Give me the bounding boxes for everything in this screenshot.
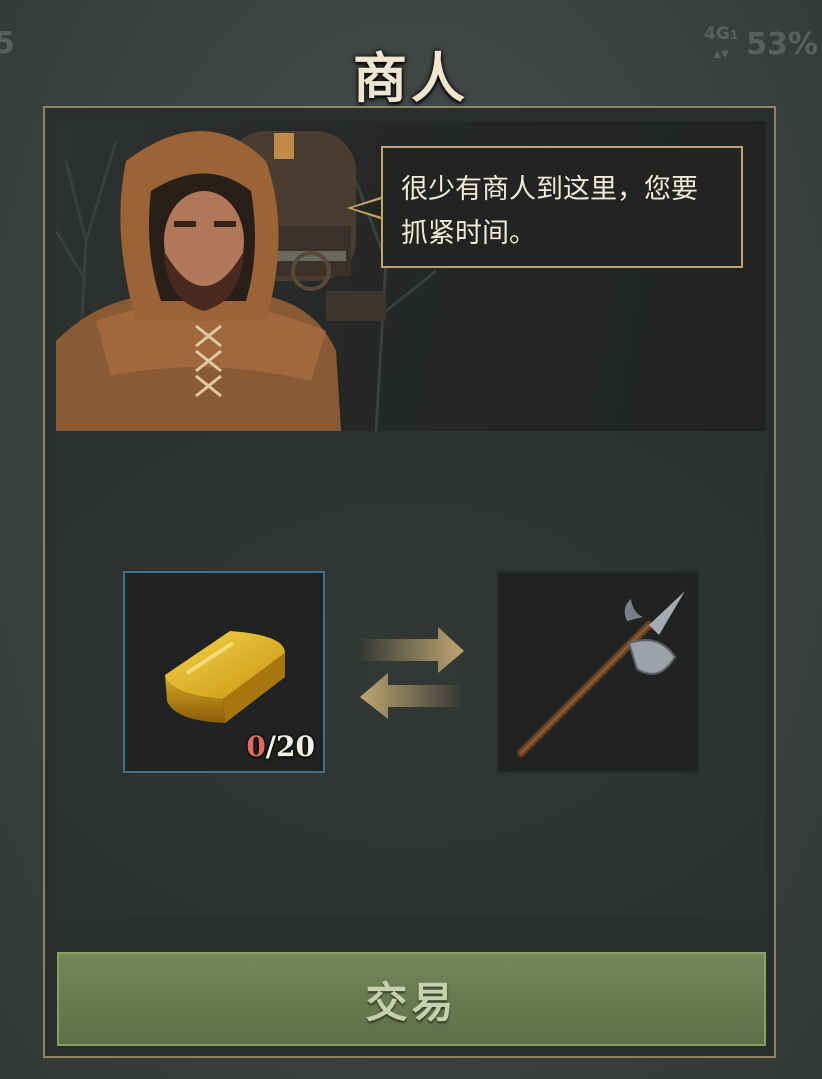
speech-bubble-tail-inner	[352, 199, 382, 217]
merchant-dialogue-bubble: 很少有商人到这里，您要 抓紧时间。	[381, 146, 743, 268]
give-item-slot[interactable]: 0/20	[123, 571, 325, 773]
dialogue-line-2: 抓紧时间。	[401, 218, 536, 249]
page-title: 商人	[353, 47, 469, 110]
item-count-need: 20	[276, 730, 315, 763]
dialogue-line-1: 很少有商人到这里，您要	[401, 174, 698, 205]
halberd-icon	[517, 591, 685, 757]
item-count-have: 0	[246, 730, 266, 763]
item-count: 0/20	[246, 730, 315, 763]
trade-exchange-icon	[358, 627, 464, 719]
receive-item-slot[interactable]	[497, 571, 699, 773]
trade-button[interactable]: 交易	[57, 952, 766, 1046]
item-count-separator: /	[265, 730, 277, 763]
merchant-screen: 5 4G1 ▲▼ 53% 商人 很少有商人到这里，您要 抓紧时间。 0/20 交…	[0, 0, 822, 1079]
